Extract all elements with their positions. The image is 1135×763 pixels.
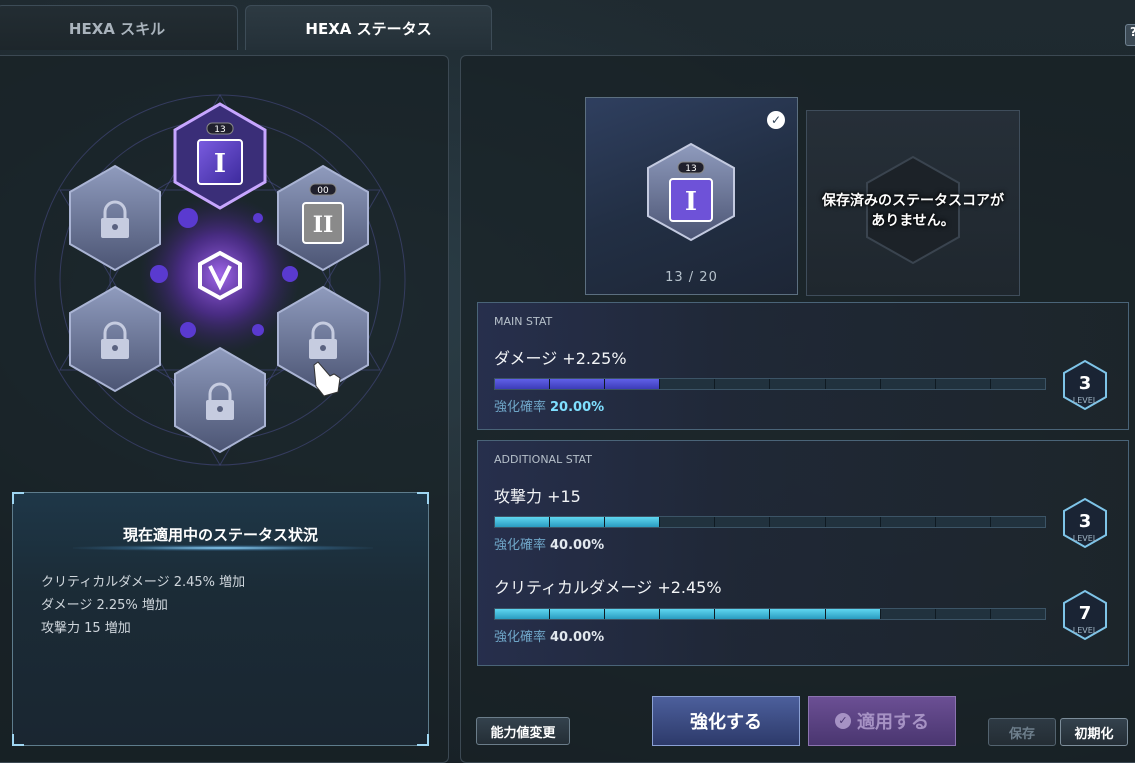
tab-hexa-status[interactable]: HEXA ステータス <box>245 5 492 50</box>
level-label: LEVEL <box>1073 534 1098 543</box>
saved-message-line2: ありません。 <box>871 213 955 229</box>
core-level-badge: 13 <box>214 125 225 135</box>
corner-decoration <box>417 734 429 746</box>
bar-segment <box>495 609 551 619</box>
main-stat-label: ダメージ +2.25% <box>494 349 627 368</box>
additional-stat-header: ADDITIONAL STAT <box>494 453 592 466</box>
core-card-glyph: I <box>685 187 697 217</box>
bar-segment <box>770 379 826 389</box>
corner-decoration <box>417 492 429 504</box>
title-glow <box>73 545 373 551</box>
core-progress: 13 / 20 <box>665 270 718 285</box>
additional-stat-progress-bar <box>494 608 1046 620</box>
additional-stat-box: ADDITIONAL STAT 攻撃力 +15 強化確率 40.00% 3 LEV… <box>477 440 1129 666</box>
bar-segment <box>605 609 661 619</box>
level-label: LEVEL <box>1073 626 1098 635</box>
reset-button[interactable]: 初期化 <box>1060 718 1128 746</box>
core-level-badge-2: 00 <box>317 186 329 196</box>
rate-label: 強化確率 <box>494 538 547 553</box>
bar-segment <box>770 609 826 619</box>
additional-stat-progress-bar <box>494 516 1046 528</box>
current-status-box: 現在適用中のステータス状況 クリティカルダメージ 2.45% 増加 ダメージ 2… <box>12 492 429 746</box>
bar-segment <box>991 379 1045 389</box>
bar-segment <box>605 517 661 527</box>
rate-label: 強化確率 <box>494 400 547 415</box>
additional-stat-label: 攻撃力 +15 <box>494 487 581 506</box>
core-slot-active[interactable]: I 13 <box>173 102 267 210</box>
check-circle-icon: ✓ <box>835 713 851 729</box>
rate-label: 強化確率 <box>494 630 547 645</box>
bar-segment <box>715 609 771 619</box>
bar-segment <box>495 379 551 389</box>
help-button[interactable]: ? <box>1125 24 1135 46</box>
bar-segment <box>826 379 881 389</box>
level-value: 3 <box>1079 511 1092 532</box>
rate-value: 40.00% <box>550 630 605 645</box>
rate-value: 40.00% <box>550 538 605 553</box>
bar-segment <box>881 609 936 619</box>
main-stat-rate: 強化確率 20.00% <box>494 396 604 415</box>
status-title: 現在適用中のステータス状況 <box>122 526 318 544</box>
main-stat-box: MAIN STAT ダメージ +2.25% 強化確率 20.00% 3 LEVEL <box>477 302 1129 430</box>
additional-stat-rate: 強化確率 40.00% <box>494 626 604 645</box>
bar-segment <box>550 609 606 619</box>
level-label: LEVEL <box>1073 396 1098 405</box>
core-glyph-2: II <box>313 212 334 238</box>
tab-hexa-skill-label: HEXA スキル <box>68 19 166 38</box>
bar-segment <box>715 517 771 527</box>
bar-segment <box>550 379 606 389</box>
additional-stat-rate: 強化確率 40.00% <box>494 534 604 553</box>
current-core-card[interactable]: ✓ I 13 13 / 20 <box>585 97 798 295</box>
corner-decoration <box>12 734 24 746</box>
core-card-level: 13 <box>685 164 696 174</box>
saved-empty-message: 保存済みのステータスコアが ありません。 <box>807 191 1019 231</box>
apply-button-label: 適用する <box>857 712 929 733</box>
main-stat-header: MAIN STAT <box>494 315 553 328</box>
saved-core-card[interactable]: 保存済みのステータスコアが ありません。 <box>806 110 1020 296</box>
apply-button[interactable]: ✓ 適用する <box>808 696 956 746</box>
bar-segment <box>936 379 991 389</box>
core-hex-image: I 13 <box>647 142 735 242</box>
rate-value: 20.00% <box>550 400 605 415</box>
tab-hexa-skill[interactable]: HEXA スキル <box>0 5 238 50</box>
additional-stat-label: クリティカルダメージ +2.45% <box>494 578 722 597</box>
bar-segment <box>605 379 661 389</box>
status-line: 攻撃力 15 増加 <box>41 621 131 636</box>
bar-segment <box>660 379 716 389</box>
bar-segment <box>770 517 826 527</box>
bar-segment <box>881 379 936 389</box>
bar-segment <box>550 517 606 527</box>
level-badge: 3 LEVEL <box>1063 497 1107 549</box>
main-stat-progress-bar <box>494 378 1046 390</box>
level-badge: 3 LEVEL <box>1063 359 1107 411</box>
bar-segment <box>991 517 1045 527</box>
stat-reroll-button[interactable]: 能力値変更 <box>476 717 570 745</box>
bar-segment <box>660 517 716 527</box>
level-badge: 7 LEVEL <box>1063 589 1107 641</box>
bar-segment <box>715 379 771 389</box>
status-line: ダメージ 2.25% 増加 <box>41 598 168 613</box>
bar-segment <box>936 517 991 527</box>
status-line: クリティカルダメージ 2.45% 増加 <box>41 575 246 590</box>
enhance-button[interactable]: 強化する <box>652 696 800 746</box>
status-lines: クリティカルダメージ 2.45% 増加 ダメージ 2.25% 増加 攻撃力 15… <box>41 571 245 640</box>
save-button[interactable]: 保存 <box>988 718 1056 746</box>
bar-segment <box>825 609 881 619</box>
tab-hexa-status-label: HEXA ステータス <box>305 19 432 38</box>
level-value: 3 <box>1079 373 1092 394</box>
saved-message-line1: 保存済みのステータスコアが <box>822 193 1004 209</box>
level-value: 7 <box>1079 603 1092 624</box>
bar-segment <box>936 609 991 619</box>
hexa-core-grid: I 13 II 00 <box>34 94 406 466</box>
bar-segment <box>495 517 551 527</box>
bar-segment <box>660 609 716 619</box>
bar-segment <box>826 517 881 527</box>
bar-segment <box>991 609 1045 619</box>
bar-segment <box>881 517 936 527</box>
core-glyph: I <box>214 149 226 179</box>
corner-decoration <box>12 492 24 504</box>
